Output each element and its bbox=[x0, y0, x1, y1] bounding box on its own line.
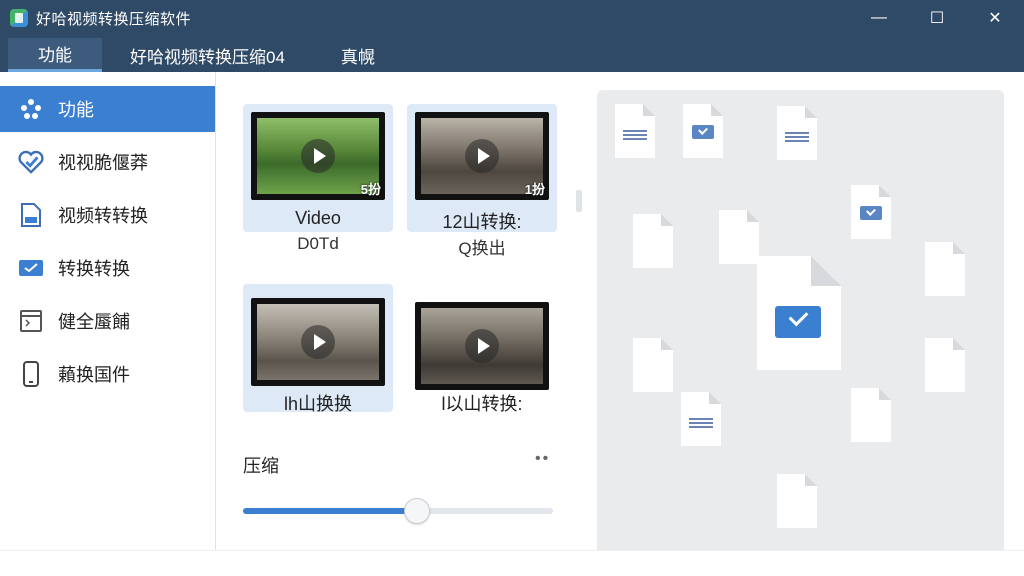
video-card[interactable]: 1扮 12山转换: Q换出 bbox=[407, 104, 557, 258]
window-title: 好哈视频转换压缩软件 bbox=[36, 10, 192, 28]
document-check-icon bbox=[851, 185, 891, 239]
center-panel: 5扮 Video D0Td 1扮 12山转换: Q换出 lh山换换 l以山转换:… bbox=[217, 72, 577, 550]
panel-splitter[interactable] bbox=[576, 190, 582, 212]
video-card[interactable]: lh山换换 bbox=[243, 284, 393, 414]
sidebar: 功能 视视脆偃莽 视频转转换 转换转换 健全蜃餔 藾换国件 bbox=[0, 72, 216, 550]
video-thumbnail: 1扮 bbox=[415, 112, 549, 200]
app-logo-icon bbox=[10, 9, 28, 27]
video-title: Video bbox=[295, 208, 341, 228]
title-bar: 好哈视频转换压缩软件 — ☐ ✕ bbox=[0, 0, 1024, 36]
sidebar-item-video-convert[interactable]: 视频转转换 bbox=[0, 192, 215, 238]
menu-tabs: 功能 好哈视频转换压缩04 真幌 bbox=[0, 36, 1024, 72]
tab-features[interactable]: 功能 bbox=[8, 38, 102, 72]
window-controls: — ☐ ✕ bbox=[850, 0, 1024, 36]
document-check-icon bbox=[683, 104, 723, 158]
window-icon bbox=[18, 308, 44, 334]
file-icon bbox=[18, 202, 44, 228]
video-duration: 5扮 bbox=[360, 182, 381, 197]
maximize-button[interactable]: ☐ bbox=[908, 0, 966, 36]
video-title: l以山转换: bbox=[441, 394, 523, 414]
video-duration: 1扮 bbox=[524, 182, 545, 197]
document-icon bbox=[681, 392, 721, 446]
document-icon bbox=[615, 104, 655, 158]
play-icon[interactable] bbox=[301, 325, 335, 359]
more-options-button[interactable]: •• bbox=[535, 450, 550, 468]
video-title: 12山转换: bbox=[442, 212, 522, 232]
document-icon bbox=[719, 210, 759, 264]
video-subtitle: Q换出 bbox=[458, 239, 506, 258]
sidebar-item-label: 功能 bbox=[58, 100, 94, 120]
tab-third[interactable]: 真幌 bbox=[313, 38, 403, 72]
mail-check-icon bbox=[18, 255, 44, 281]
tab-converter[interactable]: 好哈视频转换压缩04 bbox=[102, 38, 313, 72]
sidebar-item-convert[interactable]: 转换转换 bbox=[0, 245, 215, 291]
sidebar-item-label: 健全蜃餔 bbox=[58, 312, 130, 332]
phone-icon bbox=[18, 361, 44, 387]
sidebar-item-label: 藾换国件 bbox=[58, 365, 130, 385]
sidebar-item-device[interactable]: 藾换国件 bbox=[0, 351, 215, 397]
compress-label: 压缩 bbox=[243, 456, 279, 476]
play-icon[interactable] bbox=[465, 329, 499, 363]
document-icon bbox=[633, 338, 673, 392]
video-subtitle: D0Td bbox=[297, 234, 339, 253]
sidebar-item-label: 视频转转换 bbox=[58, 206, 148, 226]
document-icon bbox=[777, 106, 817, 160]
video-thumbnail: 5扮 bbox=[251, 112, 385, 200]
compress-slider[interactable] bbox=[243, 498, 553, 524]
sidebar-item-window[interactable]: 健全蜃餔 bbox=[0, 298, 215, 344]
sidebar-item-label: 视视脆偃莽 bbox=[58, 153, 148, 173]
play-icon[interactable] bbox=[465, 139, 499, 173]
slider-fill bbox=[243, 508, 417, 514]
preview-area bbox=[597, 90, 1004, 556]
close-button[interactable]: ✕ bbox=[966, 0, 1024, 36]
document-check-icon bbox=[757, 256, 841, 370]
sidebar-item-label: 转换转换 bbox=[58, 259, 130, 279]
sidebar-item-features[interactable]: 功能 bbox=[0, 86, 215, 132]
sidebar-item-video-edit[interactable]: 视视脆偃莽 bbox=[0, 139, 215, 185]
document-icon bbox=[925, 242, 965, 296]
heart-check-icon bbox=[18, 149, 44, 175]
document-icon bbox=[633, 214, 673, 268]
minimize-button[interactable]: — bbox=[850, 0, 908, 36]
video-card[interactable]: l以山转换: bbox=[407, 284, 557, 414]
video-title: lh山换换 bbox=[283, 394, 352, 414]
status-bar bbox=[0, 550, 1024, 576]
document-icon bbox=[851, 388, 891, 442]
play-icon[interactable] bbox=[301, 139, 335, 173]
video-thumbnail bbox=[251, 298, 385, 386]
video-card[interactable]: 5扮 Video D0Td bbox=[243, 104, 393, 253]
slider-thumb[interactable] bbox=[403, 498, 430, 524]
dots-icon bbox=[18, 96, 44, 122]
document-icon bbox=[925, 338, 965, 392]
document-icon bbox=[777, 474, 817, 528]
video-thumbnail bbox=[415, 302, 549, 390]
